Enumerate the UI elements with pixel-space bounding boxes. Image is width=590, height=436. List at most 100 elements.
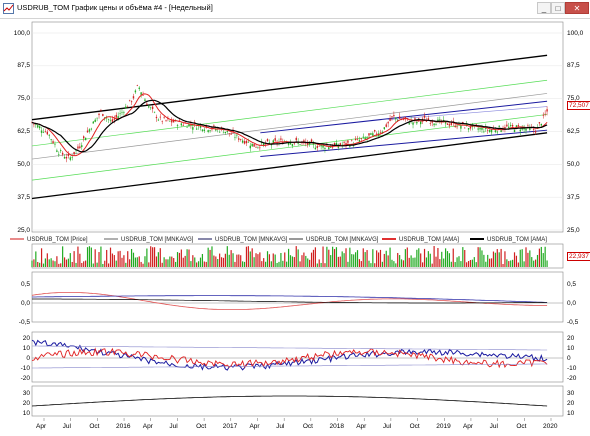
volume-bar	[182, 257, 184, 267]
volume-bar	[529, 250, 531, 267]
price-candle	[544, 113, 546, 115]
price-tick-right: 25,0	[567, 226, 580, 234]
volume-bar	[100, 246, 102, 267]
price-candle	[494, 130, 497, 133]
volume-bar	[102, 263, 104, 267]
volume-bar	[146, 248, 148, 267]
price-candle	[316, 146, 318, 148]
volume-bar	[184, 255, 186, 267]
volume-bar	[446, 251, 449, 267]
volume-bar	[44, 258, 47, 267]
volume-bar	[454, 262, 456, 267]
volume-bar	[65, 259, 68, 267]
volume-bar	[310, 252, 313, 267]
osc2-tick-right: 20	[567, 334, 575, 342]
volume-bar	[356, 250, 359, 267]
x-axis-label: Apr	[142, 423, 153, 430]
volume-bar	[368, 260, 370, 267]
price-candle	[203, 129, 206, 131]
volume-bar	[477, 247, 479, 267]
x-axis-label: Jul	[382, 423, 392, 430]
volume-bar	[236, 254, 238, 267]
price-candle	[201, 129, 204, 131]
pane-frame	[31, 271, 564, 323]
volume-bar	[341, 251, 343, 267]
volume-bar	[211, 246, 213, 267]
osc2-tick-right: -20	[567, 374, 577, 382]
volume-bar	[377, 252, 380, 267]
volume-bar	[435, 256, 437, 267]
price-candle	[295, 137, 297, 141]
volume-bar	[469, 259, 472, 267]
price-candle	[291, 144, 294, 146]
price-candle	[113, 118, 116, 120]
volume-bar	[171, 256, 173, 267]
price-candle	[299, 144, 301, 145]
price-candle	[442, 119, 445, 121]
volume-bar	[67, 258, 69, 267]
volume-bar	[366, 250, 368, 267]
volume-bar	[40, 248, 43, 267]
volume-bar	[136, 257, 138, 267]
volume-bar	[485, 261, 487, 267]
price-tick-left: 37,5	[17, 193, 30, 201]
price-candle	[416, 121, 418, 124]
volume-bar	[222, 257, 225, 267]
price-candle	[73, 151, 75, 155]
volume-bar	[130, 248, 133, 267]
price-candle	[65, 156, 68, 159]
volume-bar	[326, 246, 328, 267]
volume-bar	[466, 262, 468, 267]
volume-bar	[431, 263, 433, 267]
price-candle	[356, 138, 359, 140]
volume-bar	[475, 262, 477, 267]
volume-bar	[52, 260, 54, 267]
legend-item: USDRUB_TOM [MNKAVG]	[198, 237, 287, 243]
x-axis-label: 2019	[436, 423, 451, 430]
volume-bar	[261, 261, 263, 267]
volume-bar	[142, 263, 144, 267]
volume-bar	[443, 258, 445, 267]
volume-bar	[450, 261, 452, 267]
price-candle	[506, 124, 508, 127]
volume-bar	[483, 254, 485, 267]
volume-bar	[519, 249, 521, 267]
price-candle	[86, 130, 89, 133]
volume-bar	[88, 246, 91, 267]
volume-bar	[297, 249, 299, 267]
x-axis-label: 2018	[329, 423, 344, 430]
volume-bar	[83, 261, 85, 267]
price-candle	[236, 134, 238, 136]
price-candle	[192, 127, 194, 130]
volume-bar	[525, 247, 527, 267]
price-candle	[115, 114, 117, 118]
volume-bar	[46, 253, 48, 267]
price-candle	[423, 115, 426, 118]
volume-bar	[425, 257, 428, 267]
volume-bar	[418, 248, 420, 267]
volume-bar	[393, 261, 395, 267]
volume-bar	[37, 262, 39, 267]
x-axis-label: Jul	[489, 423, 498, 430]
volume-bar	[412, 257, 414, 267]
price-candle	[142, 95, 144, 96]
price-candle	[238, 138, 240, 140]
price-candle	[134, 90, 137, 93]
volume-bar	[286, 261, 288, 267]
osc1-tick-left: -0,5	[18, 318, 30, 326]
volume-bar	[515, 255, 518, 267]
price-tick-right: 62,5	[567, 128, 580, 135]
volume-bar	[542, 253, 544, 267]
legend-label: USDRUB_TOM [AMA]	[487, 237, 547, 243]
volume-bar	[427, 251, 429, 267]
chart-area[interactable]	[0, 0, 590, 436]
osc2-tick-left: 0	[26, 354, 30, 362]
volume-bar	[176, 252, 179, 267]
volume-bar	[228, 254, 230, 267]
price-candle	[517, 125, 520, 127]
volume-bar	[282, 260, 284, 267]
price-candle	[280, 138, 282, 140]
price-candle	[351, 140, 353, 142]
price-candle	[500, 130, 502, 132]
volume-bar	[73, 251, 75, 267]
